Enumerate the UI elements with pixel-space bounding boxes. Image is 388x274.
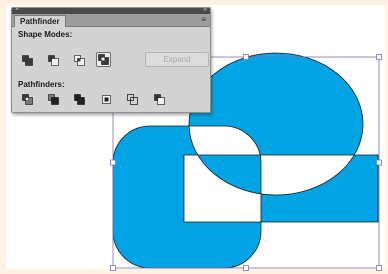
unite-button[interactable] bbox=[20, 53, 35, 68]
panel-menu-icon[interactable]: ≡ bbox=[201, 15, 206, 25]
outline-button[interactable] bbox=[125, 92, 140, 107]
minus-back-button[interactable] bbox=[152, 92, 167, 107]
exclude-button[interactable] bbox=[96, 52, 111, 67]
intersect-button[interactable] bbox=[72, 53, 87, 68]
close-icon[interactable]: × bbox=[15, 8, 19, 14]
crop-icon bbox=[102, 95, 111, 104]
merge-button[interactable] bbox=[72, 92, 87, 107]
panel-tab-bar: Pathfinder ≡ bbox=[12, 14, 210, 27]
pathfinders-label: Pathfinders: bbox=[18, 80, 65, 89]
outline-icon bbox=[127, 94, 138, 105]
collapse-icon[interactable]: » bbox=[203, 8, 207, 14]
unite-icon bbox=[22, 55, 33, 66]
intersect-icon bbox=[74, 55, 85, 66]
trim-icon bbox=[48, 94, 59, 105]
crop-button[interactable] bbox=[99, 92, 114, 107]
expand-button[interactable]: Expand bbox=[145, 52, 209, 67]
minus-front-button[interactable] bbox=[46, 53, 61, 68]
exclude-icon bbox=[98, 54, 109, 65]
merge-icon bbox=[74, 94, 85, 105]
trim-button[interactable] bbox=[46, 92, 61, 107]
pathfinder-panel: × » Pathfinder ≡ Shape Modes: Expand Pat bbox=[11, 7, 211, 113]
tab-pathfinder[interactable]: Pathfinder bbox=[14, 15, 66, 27]
shape-modes-label: Shape Modes: bbox=[18, 30, 73, 39]
minus-front-icon bbox=[48, 55, 59, 66]
minus-back-icon bbox=[154, 94, 165, 105]
divide-button[interactable] bbox=[20, 92, 35, 107]
divide-icon bbox=[22, 94, 33, 105]
